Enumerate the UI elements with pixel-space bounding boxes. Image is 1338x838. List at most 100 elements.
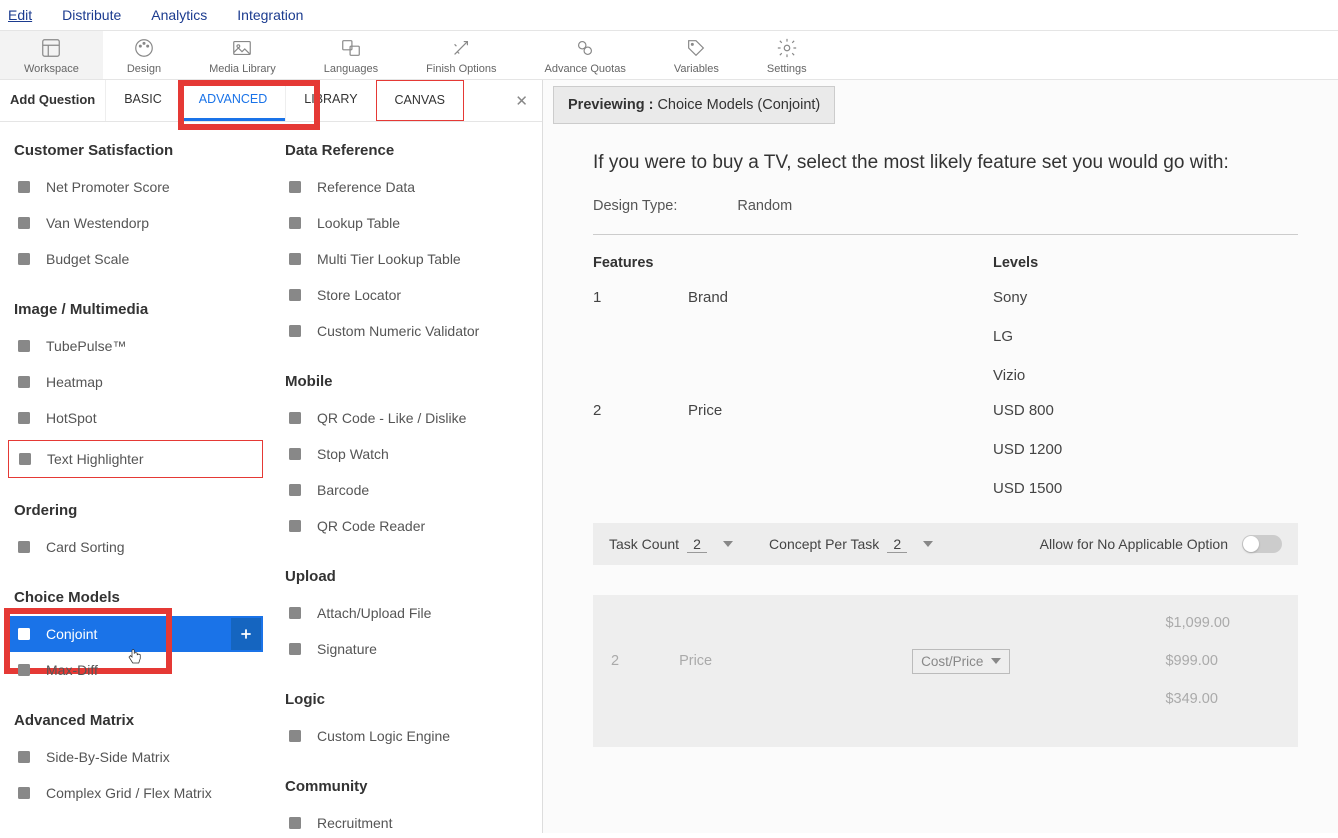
preview-title: Choice Models (Conjoint) xyxy=(657,97,820,113)
question-type-qr-code-reader[interactable]: QR Code Reader xyxy=(279,508,534,544)
chevron-down-icon xyxy=(723,541,733,547)
nav-edit[interactable]: Edit xyxy=(8,5,32,25)
question-type-net-promoter-score[interactable]: Net Promoter Score xyxy=(8,169,263,205)
lower-idx: 2 xyxy=(611,653,619,669)
top-nav: Edit Distribute Analytics Integration xyxy=(0,0,1338,31)
question-type-reference-data[interactable]: Reference Data xyxy=(279,169,534,205)
toolbar-workspace[interactable]: Workspace xyxy=(0,31,103,79)
close-icon[interactable]: ✕ xyxy=(501,80,542,121)
tab-advanced[interactable]: ADVANCED xyxy=(180,80,286,121)
item-icon xyxy=(14,372,34,392)
item-label: Multi Tier Lookup Table xyxy=(317,251,461,267)
question-type-van-westendorp[interactable]: Van Westendorp xyxy=(8,205,263,241)
level-value: USD 1200 xyxy=(993,441,1062,458)
question-type-custom-numeric-validator[interactable]: Custom Numeric Validator xyxy=(279,313,534,349)
question-type-heatmap[interactable]: Heatmap xyxy=(8,364,263,400)
allow-na-toggle[interactable] xyxy=(1242,535,1282,553)
link-icon xyxy=(574,37,596,59)
feature-row: 1BrandSonyLGVizio xyxy=(593,271,1298,384)
item-label: Heatmap xyxy=(46,374,103,390)
question-type-hotspot[interactable]: HotSpot xyxy=(8,400,263,436)
question-tabbar: Add Question BASIC ADVANCED LIBRARY CANV… xyxy=(0,80,542,122)
conjoint-config-bar: Task Count 2 Concept Per Task 2 Allow fo… xyxy=(593,523,1298,565)
item-icon xyxy=(285,213,305,233)
design-type-label: Design Type: xyxy=(593,198,677,214)
item-icon xyxy=(14,336,34,356)
toolbar-design[interactable]: Design xyxy=(103,31,185,79)
item-label: Conjoint xyxy=(46,626,97,642)
feature-row: 2PriceUSD 800USD 1200USD 1500 xyxy=(593,384,1298,497)
toolbar-variables[interactable]: Variables xyxy=(650,31,743,79)
feature-name: Brand xyxy=(688,289,993,384)
question-type-lookup-table[interactable]: Lookup Table xyxy=(279,205,534,241)
question-type-stop-watch[interactable]: Stop Watch xyxy=(279,436,534,472)
nav-integration[interactable]: Integration xyxy=(237,5,303,25)
nav-distribute[interactable]: Distribute xyxy=(62,5,121,25)
add-question-button[interactable]: Add Question xyxy=(0,80,105,121)
item-label: Complex Grid / Flex Matrix xyxy=(46,785,212,801)
task-count-label: Task Count xyxy=(609,536,679,552)
section-title: Data Reference xyxy=(279,136,534,169)
item-label: TubePulse™ xyxy=(46,338,126,354)
question-type-conjoint[interactable]: Conjoint xyxy=(8,616,263,652)
section-title: Upload xyxy=(279,562,534,595)
nav-analytics[interactable]: Analytics xyxy=(151,5,207,25)
wand-icon xyxy=(450,37,472,59)
section-title: Choice Models xyxy=(8,583,263,616)
item-label: Custom Logic Engine xyxy=(317,728,450,744)
question-type-store-locator[interactable]: Store Locator xyxy=(279,277,534,313)
section-title: Advanced Matrix xyxy=(8,706,263,739)
lower-select[interactable]: Cost/Price xyxy=(912,649,1010,674)
item-icon xyxy=(285,408,305,428)
item-icon xyxy=(285,285,305,305)
task-count-value: 2 xyxy=(687,536,707,553)
price-value: $349.00 xyxy=(1165,691,1230,707)
level-value: USD 1500 xyxy=(993,480,1062,497)
item-icon xyxy=(14,783,34,803)
palette-icon xyxy=(133,37,155,59)
question-type-multi-tier-lookup-table[interactable]: Multi Tier Lookup Table xyxy=(279,241,534,277)
question-type-max-diff[interactable]: Max-Diff xyxy=(8,652,263,688)
tab-basic[interactable]: BASIC xyxy=(105,80,180,121)
question-type-card-sorting[interactable]: Card Sorting xyxy=(8,529,263,565)
add-question-plus-button[interactable] xyxy=(231,618,261,650)
question-type-attach-upload-file[interactable]: Attach/Upload File xyxy=(279,595,534,631)
item-label: Store Locator xyxy=(317,287,401,303)
level-value: LG xyxy=(993,328,1027,345)
item-icon xyxy=(285,813,305,833)
item-label: Barcode xyxy=(317,482,369,498)
question-type-tubepulse-[interactable]: TubePulse™ xyxy=(8,328,263,364)
question-type-recruitment[interactable]: Recruitment xyxy=(279,805,534,833)
question-type-custom-logic-engine[interactable]: Custom Logic Engine xyxy=(279,718,534,754)
preview-header: Previewing : Choice Models (Conjoint) xyxy=(553,86,835,124)
tab-canvas[interactable]: CANVAS xyxy=(376,80,464,121)
item-label: Net Promoter Score xyxy=(46,179,170,195)
section-title: Image / Multimedia xyxy=(8,295,263,328)
toolbar-media-library[interactable]: Media Library xyxy=(185,31,300,79)
question-type-signature[interactable]: Signature xyxy=(279,631,534,667)
item-icon xyxy=(285,249,305,269)
translate-icon xyxy=(340,37,362,59)
question-type-budget-scale[interactable]: Budget Scale xyxy=(8,241,263,277)
item-icon xyxy=(14,213,34,233)
question-type-side-by-side-matrix[interactable]: Side-By-Side Matrix xyxy=(8,739,263,775)
question-type-complex-grid-flex-matrix[interactable]: Complex Grid / Flex Matrix xyxy=(8,775,263,811)
toolbar-advance-quotas[interactable]: Advance Quotas xyxy=(520,31,649,79)
row-index: 1 xyxy=(593,289,688,384)
col-features: Features xyxy=(593,255,993,271)
tag-icon xyxy=(685,37,707,59)
question-type-text-highlighter[interactable]: Text Highlighter xyxy=(8,440,263,478)
question-type-barcode[interactable]: Barcode xyxy=(279,472,534,508)
item-icon xyxy=(285,177,305,197)
toolbar-settings[interactable]: Settings xyxy=(743,31,831,79)
toolbar-finish-options[interactable]: Finish Options xyxy=(402,31,520,79)
row-index: 2 xyxy=(593,402,688,497)
toolbar-label: Languages xyxy=(324,63,378,75)
toolbar-languages[interactable]: Languages xyxy=(300,31,402,79)
concept-per-task-control[interactable]: Concept Per Task 2 xyxy=(769,536,933,553)
task-count-control[interactable]: Task Count 2 xyxy=(609,536,733,553)
item-label: Lookup Table xyxy=(317,215,400,231)
tab-library[interactable]: LIBRARY xyxy=(285,80,375,121)
question-type-qr-code-like-dislike[interactable]: QR Code - Like / Dislike xyxy=(279,400,534,436)
item-label: HotSpot xyxy=(46,410,97,426)
